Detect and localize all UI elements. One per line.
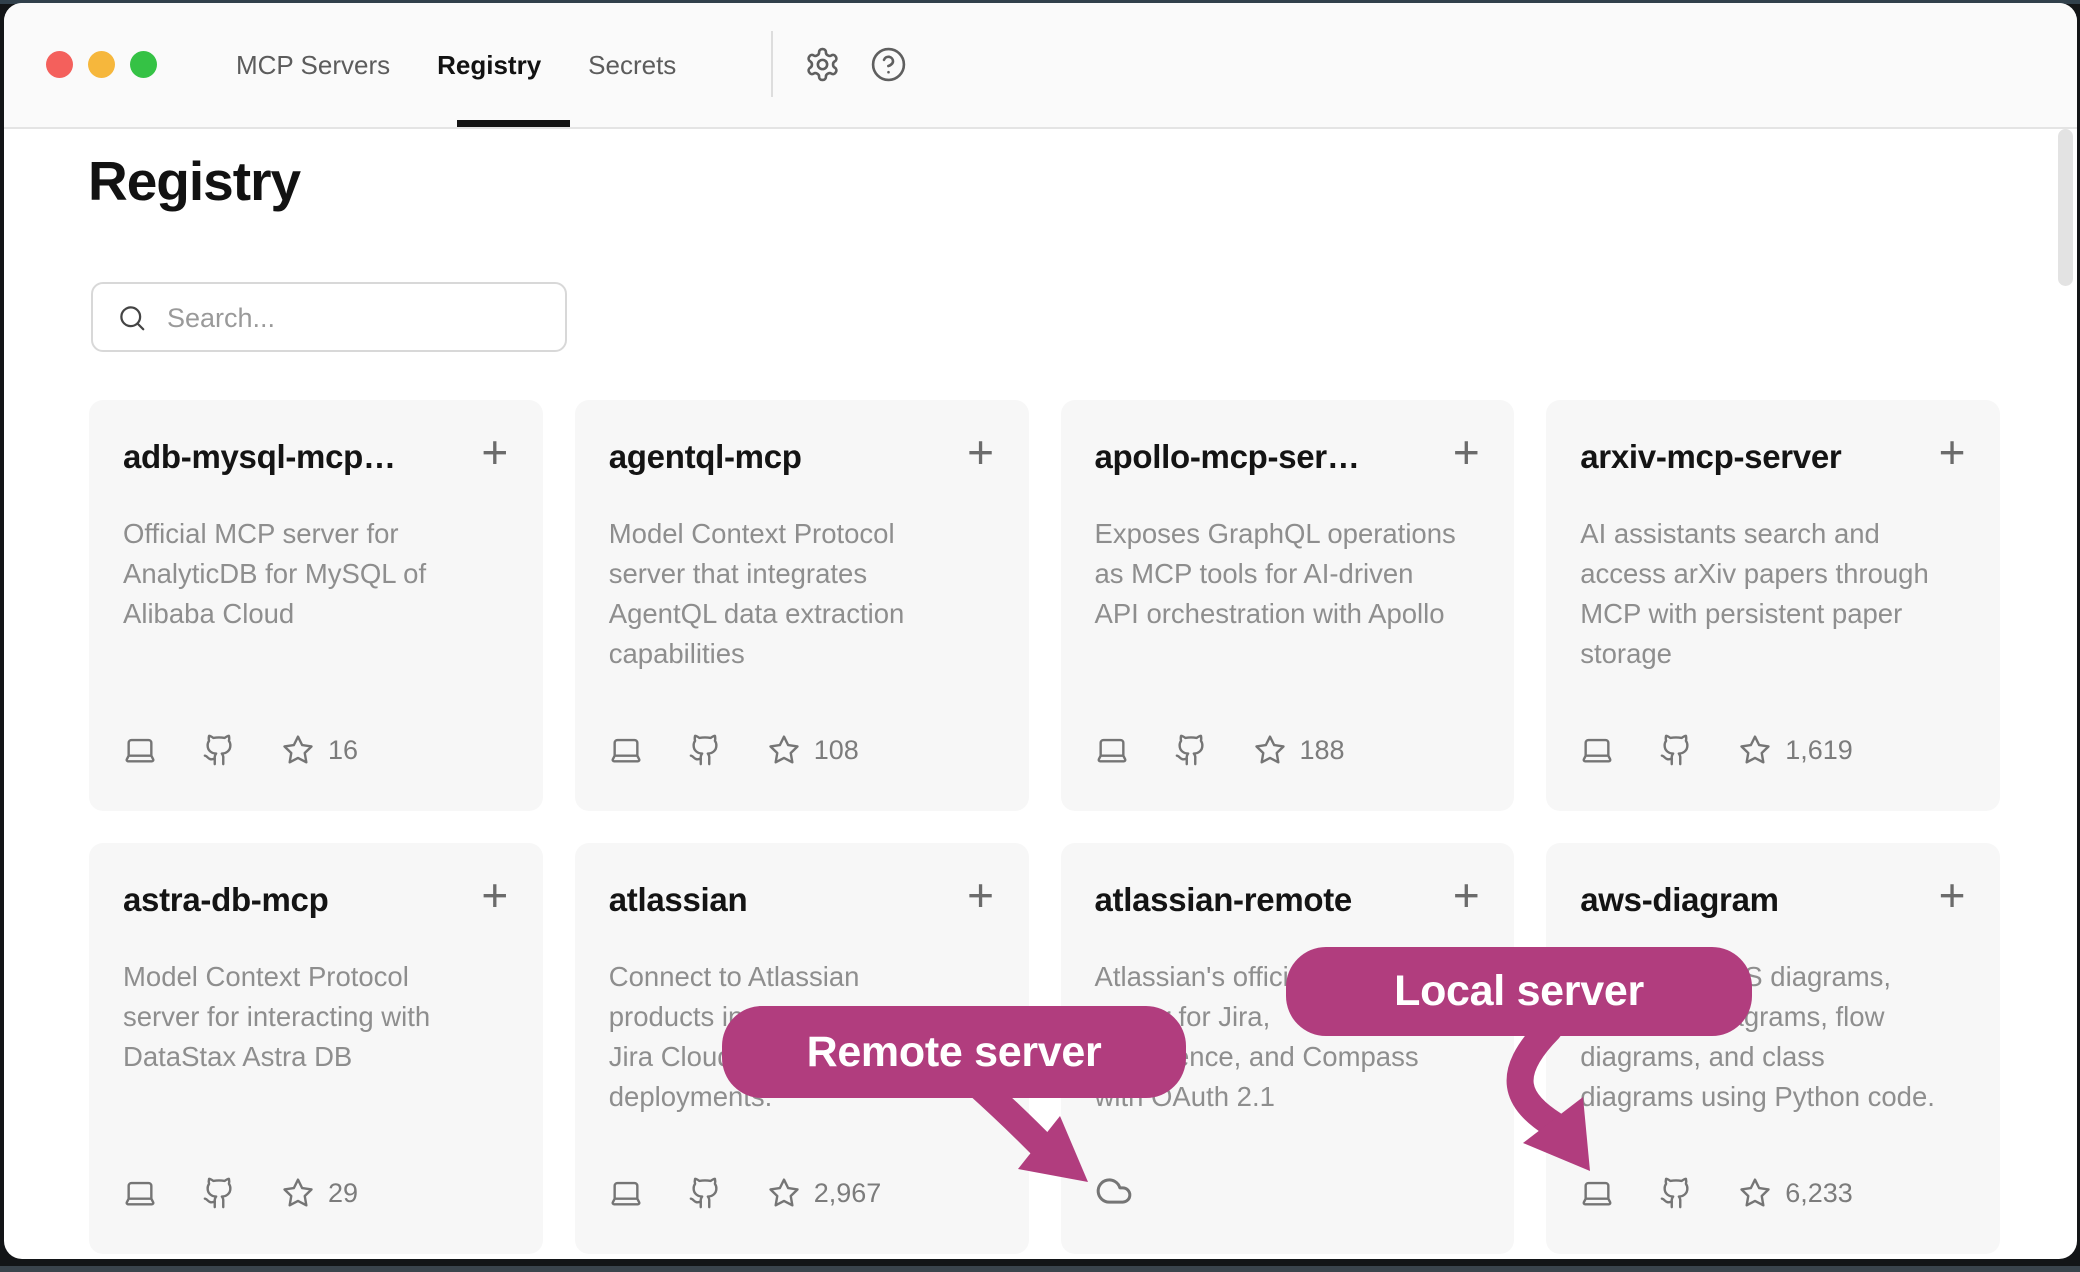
tab-registry[interactable]: Registry xyxy=(437,50,541,81)
server-card-footer: 16 xyxy=(123,733,358,767)
server-name: adb-mysql-mcp… xyxy=(123,436,475,478)
add-server-button[interactable]: + xyxy=(471,428,519,476)
add-server-button[interactable]: + xyxy=(957,428,1005,476)
server-name: agentql-mcp xyxy=(609,436,961,478)
add-server-button[interactable]: + xyxy=(471,871,519,919)
server-name: atlassian xyxy=(609,879,961,921)
github-icon xyxy=(1659,1176,1693,1210)
server-description: Model Context Protocol server that integ… xyxy=(609,514,995,674)
laptop-icon xyxy=(1580,733,1614,767)
local-server-callout-label: Local server xyxy=(1394,967,1644,1016)
add-server-button[interactable]: + xyxy=(1928,428,1976,476)
server-card-apollo-mcp-ser: apollo-mcp-ser…+ Exposes GraphQL operatio… xyxy=(1061,400,1515,811)
server-card-footer: 29 xyxy=(123,1176,358,1210)
github-icon xyxy=(1174,733,1208,767)
laptop-icon xyxy=(609,733,643,767)
laptop-icon xyxy=(1095,733,1129,767)
search-box xyxy=(91,282,567,352)
cloud-icon xyxy=(1095,1172,1133,1210)
server-name: atlassian-remote xyxy=(1095,879,1447,921)
remote-server-callout-label: Remote server xyxy=(807,1028,1102,1077)
star-icon xyxy=(281,733,315,767)
server-card-footer: 6,233 xyxy=(1580,1176,1853,1210)
server-card-arxiv-mcp-server: arxiv-mcp-server+ AI assistants search an… xyxy=(1546,400,2000,811)
search-input[interactable] xyxy=(165,284,549,352)
server-card-footer: 2,967 xyxy=(609,1176,882,1210)
star-icon xyxy=(1738,733,1772,767)
add-server-button[interactable]: + xyxy=(957,871,1005,919)
star-count: 2,967 xyxy=(814,1178,882,1209)
server-card-adb-mysql-mcp: adb-mysql-mcp…+ Official MCP server for A… xyxy=(89,400,543,811)
server-card-footer: 108 xyxy=(609,733,859,767)
star-icon xyxy=(281,1176,315,1210)
star-count: 16 xyxy=(328,735,358,766)
toolbar-divider xyxy=(771,31,773,97)
server-card-agentql-mcp: agentql-mcp+ Model Context Protocol serve… xyxy=(575,400,1029,811)
star-count: 108 xyxy=(814,735,859,766)
tab-mcp-servers[interactable]: MCP Servers xyxy=(236,50,390,81)
app-window: MCP Servers Registry Secrets Registry adb-… xyxy=(4,3,2077,1259)
active-tab-underline xyxy=(457,120,570,127)
help-icon[interactable] xyxy=(870,46,907,83)
star-icon xyxy=(1738,1176,1772,1210)
server-description: AI assistants search and access arXiv pa… xyxy=(1580,514,1966,674)
tab-bar: MCP Servers Registry Secrets xyxy=(236,3,676,127)
server-card-footer: 1,619 xyxy=(1580,733,1853,767)
remote-server-callout: Remote server xyxy=(722,1006,1186,1098)
zoom-button[interactable] xyxy=(130,51,157,78)
laptop-icon xyxy=(609,1176,643,1210)
server-card-footer: 188 xyxy=(1095,733,1345,767)
add-server-button[interactable]: + xyxy=(1928,871,1976,919)
server-name: arxiv-mcp-server xyxy=(1580,436,1932,478)
star-count: 1,619 xyxy=(1785,735,1853,766)
server-card-aws-diagram: aws-diagram+Generate AWS diagrams, seque… xyxy=(1546,843,2000,1254)
server-description: Official MCP server for AnalyticDB for M… xyxy=(123,514,509,634)
star-count: 6,233 xyxy=(1785,1178,1853,1209)
server-description: Model Context Protocol server for intera… xyxy=(123,957,509,1077)
search-icon xyxy=(117,303,147,333)
scrollbar-thumb[interactable] xyxy=(2058,129,2073,286)
github-icon xyxy=(1659,733,1693,767)
star-count: 188 xyxy=(1300,735,1345,766)
server-name: aws-diagram xyxy=(1580,879,1932,921)
server-description: Exposes GraphQL operations as MCP tools … xyxy=(1095,514,1481,634)
star-icon xyxy=(767,733,801,767)
server-name: apollo-mcp-ser… xyxy=(1095,436,1447,478)
laptop-icon xyxy=(1580,1176,1614,1210)
laptop-icon xyxy=(123,1176,157,1210)
github-icon xyxy=(688,733,722,767)
server-card-footer xyxy=(1095,1168,1133,1210)
github-icon xyxy=(202,733,236,767)
tab-secrets[interactable]: Secrets xyxy=(588,50,676,81)
laptop-icon xyxy=(123,733,157,767)
add-server-button[interactable]: + xyxy=(1442,871,1490,919)
desktop-edge-bottom xyxy=(0,1266,2080,1272)
server-card-astra-db-mcp: astra-db-mcp+ Model Context Protocol serv… xyxy=(89,843,543,1254)
minimize-button[interactable] xyxy=(88,51,115,78)
github-icon xyxy=(688,1176,722,1210)
titlebar: MCP Servers Registry Secrets xyxy=(4,3,2077,129)
close-button[interactable] xyxy=(46,51,73,78)
star-count: 29 xyxy=(328,1178,358,1209)
settings-gear-icon[interactable] xyxy=(804,46,841,83)
star-icon xyxy=(767,1176,801,1210)
page-title: Registry xyxy=(88,149,300,213)
server-name: astra-db-mcp xyxy=(123,879,475,921)
local-server-callout: Local server xyxy=(1286,947,1752,1036)
card-grid: adb-mysql-mcp…+Official MCP server for A… xyxy=(89,400,2000,1254)
github-icon xyxy=(202,1176,236,1210)
add-server-button[interactable]: + xyxy=(1442,428,1490,476)
star-icon xyxy=(1253,733,1287,767)
